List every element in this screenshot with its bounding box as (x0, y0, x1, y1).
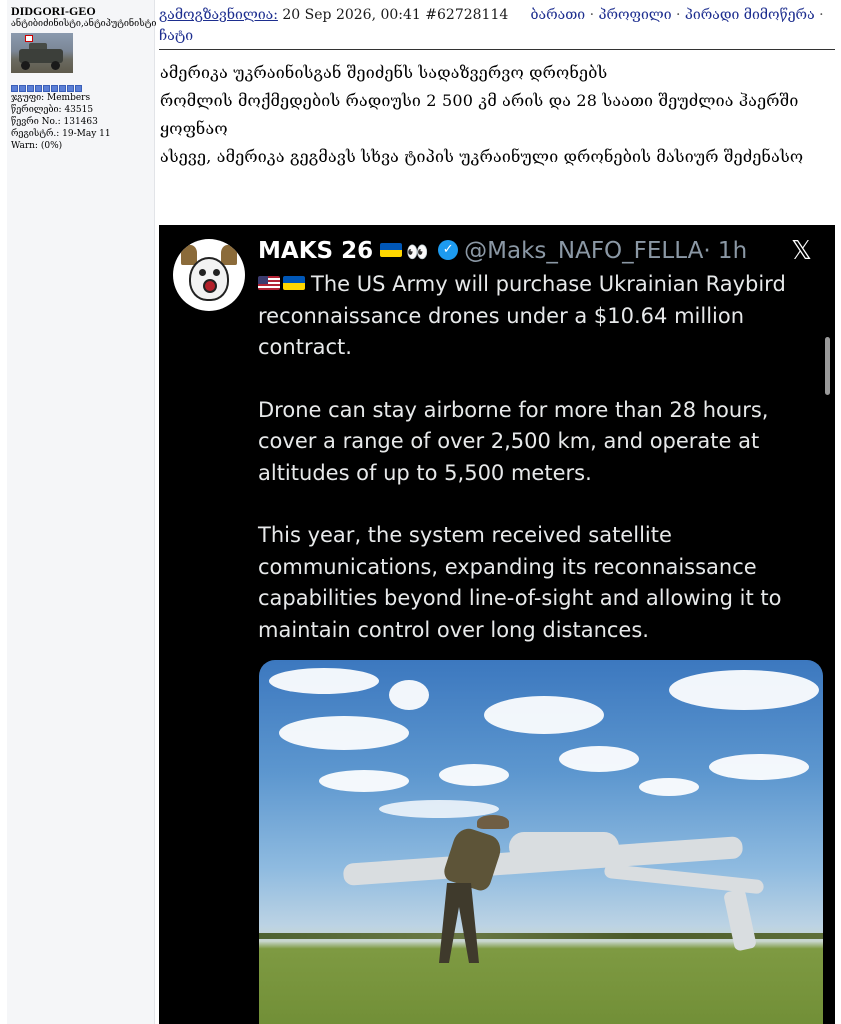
tweet-body: The US Army will purchase Ukrainian Rayb… (258, 269, 823, 646)
rank-star-icon (67, 85, 74, 92)
rank-star-icon (19, 85, 26, 92)
user-group: ჯგუფი: Members (11, 93, 91, 103)
user-member-number: წევრი No.: 131463 (11, 117, 98, 127)
card-link[interactable]: ბარათი (531, 7, 586, 23)
chat-link[interactable]: ჩატი (159, 28, 193, 44)
post-number: #62728114 (425, 7, 509, 23)
tweet-display-name: MAKS 26 (258, 238, 374, 264)
post-message: ამერიკა უკრაინისგან შეიძენს სადაზვერვო დ… (160, 59, 835, 171)
username[interactable]: DIDGORI-GEO (11, 4, 154, 18)
user-title: ანტიბიძინისტი,ანტიპუტინისტი (11, 19, 156, 29)
user-avatar (11, 33, 73, 73)
rank-star-icon (75, 85, 82, 92)
header-divider (159, 49, 835, 50)
user-sidebar: DIDGORI-GEO ანტიბიძინისტი,ანტიპუტინისტი … (7, 0, 156, 1024)
x-logo-icon: 𝕏 (791, 236, 812, 266)
user-warn: Warn: (0%) (11, 141, 63, 151)
tweet-screenshot: MAKS 26 👀 ✓ @Maks_NAFO_FELLA· 1h 𝕏 The US… (159, 225, 835, 1024)
tweet-paragraph: This year, the system received satellite… (258, 523, 782, 642)
operator-figure (409, 815, 509, 965)
rank-star-icon (51, 85, 58, 92)
user-post-count: წერილები: 43515 (11, 105, 94, 115)
link-separator: · (676, 7, 681, 23)
tweet-time: · 1h (703, 238, 748, 264)
ukraine-flag-icon (283, 276, 305, 290)
scrollbar-thumb (825, 337, 830, 395)
user-registered: რეგისტრ.: 19-May 11 (11, 129, 111, 139)
post-header: გამოგზავნილია: 20 Sep 2026, 00:41 #62728… (159, 5, 835, 47)
rank-star-icon (11, 85, 18, 92)
rank-star-icon (27, 85, 34, 92)
tweet-handle: @Maks_NAFO_FELLA (464, 238, 704, 264)
link-separator: · (589, 7, 595, 23)
tweet-author-line: MAKS 26 👀 ✓ @Maks_NAFO_FELLA· 1h (258, 237, 747, 267)
message-line: ამერიკა უკრაინისგან შეიძენს სადაზვერვო დ… (160, 63, 608, 82)
ukraine-flag-icon (380, 242, 403, 257)
flag-icon (25, 35, 33, 42)
verified-icon: ✓ (438, 239, 459, 260)
message-line: რომლის მოქმედების რადიუსი 2 500 კმ არის … (160, 91, 799, 138)
rank-star-icon (35, 85, 42, 92)
rank-star-icon (59, 85, 66, 92)
sent-label-link[interactable]: გამოგზავნილია: (159, 7, 278, 23)
private-message-link[interactable]: პირადი მიმოწერა (685, 7, 815, 23)
tweet-paragraph: The US Army will purchase Ukrainian Rayb… (258, 272, 786, 359)
tweet-avatar (173, 239, 245, 311)
post-datetime: 20 Sep 2026, 00:41 (282, 7, 421, 23)
profile-link[interactable]: პროფილი (598, 7, 671, 23)
link-separator: · (819, 7, 824, 23)
message-line: ასევე, ამერიკა გეგმავს სხვა ტიპის უკრაინ… (160, 147, 804, 166)
drone-photo (259, 660, 823, 1024)
tweet-paragraph: Drone can stay airborne for more than 28… (258, 397, 769, 485)
rank-stars (11, 85, 154, 92)
rank-star-icon (43, 85, 50, 92)
eyes-emoji-icon: 👀 (406, 242, 428, 263)
us-flag-icon (258, 276, 280, 290)
